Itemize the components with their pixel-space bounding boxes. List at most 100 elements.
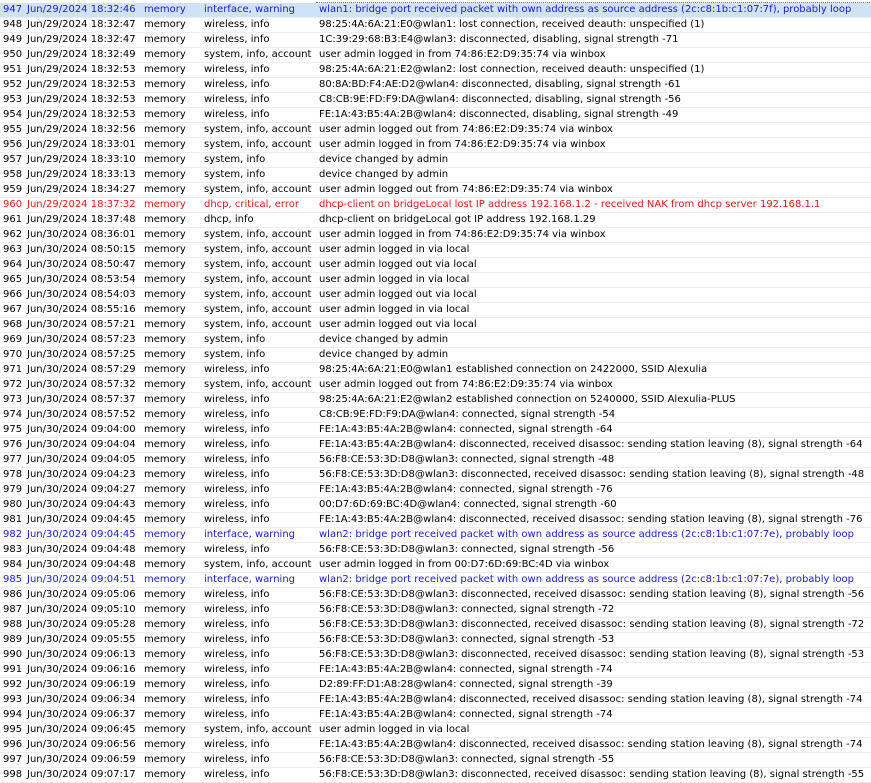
log-row[interactable]: 993 Jun/30/2024 09:06:34 memory wireless, i…	[0, 692, 871, 708]
log-row[interactable]: 960 Jun/29/2024 18:37:32 memory dhcp, criti…	[0, 197, 871, 213]
log-row[interactable]: 979 Jun/30/2024 09:04:27 memory wireless, i…	[0, 482, 871, 498]
log-entry-number: 975	[0, 422, 24, 438]
log-row[interactable]: 956 Jun/29/2024 18:33:01 memory system, inf…	[0, 137, 871, 153]
log-row[interactable]: 969 Jun/30/2024 08:57:23 memory system, inf…	[0, 332, 871, 348]
log-entry-buffer: memory	[141, 407, 201, 423]
log-entry-message: FE:1A:43:B5:4A:2B@wlan4: disconnected, d…	[316, 107, 871, 123]
log-entry-topics: dhcp, critical, error	[201, 197, 316, 213]
log-row[interactable]: 953 Jun/29/2024 18:32:53 memory wireless, i…	[0, 92, 871, 108]
log-row[interactable]: 977 Jun/30/2024 09:04:05 memory wireless, i…	[0, 452, 871, 468]
log-entry-time: Jun/30/2024 09:04:48	[24, 557, 141, 573]
log-row[interactable]: 985 Jun/30/2024 09:04:51 memory interface, …	[0, 572, 871, 588]
log-entry-number: 979	[0, 482, 24, 498]
log-entry-buffer: memory	[141, 347, 201, 363]
log-row[interactable]: 961 Jun/29/2024 18:37:48 memory dhcp, info d…	[0, 212, 871, 228]
log-row[interactable]: 955 Jun/29/2024 18:32:56 memory system, inf…	[0, 122, 871, 138]
log-entry-buffer: memory	[141, 287, 201, 303]
log-entry-message: FE:1A:43:B5:4A:2B@wlan4: connected, sign…	[316, 422, 871, 438]
log-entry-topics: wireless, info	[201, 32, 316, 48]
log-entry-buffer: memory	[141, 707, 201, 723]
log-entry-time: Jun/30/2024 08:57:37	[24, 392, 141, 408]
log-entry-buffer: memory	[141, 257, 201, 273]
log-entry-number: 968	[0, 317, 24, 333]
log-row[interactable]: 974 Jun/30/2024 08:57:52 memory wireless, i…	[0, 407, 871, 423]
log-row[interactable]: 965 Jun/30/2024 08:53:54 memory system, inf…	[0, 272, 871, 288]
log-row[interactable]: 968 Jun/30/2024 08:57:21 memory system, inf…	[0, 317, 871, 333]
log-entry-topics: system, info, account	[201, 722, 316, 738]
log-row[interactable]: 995 Jun/30/2024 09:06:45 memory system, inf…	[0, 722, 871, 738]
log-entry-number: 966	[0, 287, 24, 303]
log-row[interactable]: 962 Jun/30/2024 08:36:01 memory system, inf…	[0, 227, 871, 243]
log-entry-number: 963	[0, 242, 24, 258]
log-entry-buffer: memory	[141, 362, 201, 378]
log-row[interactable]: 992 Jun/30/2024 09:06:19 memory wireless, i…	[0, 677, 871, 693]
log-entry-number: 957	[0, 152, 24, 168]
log-row[interactable]: 976 Jun/30/2024 09:04:04 memory wireless, i…	[0, 437, 871, 453]
log-row[interactable]: 970 Jun/30/2024 08:57:25 memory system, inf…	[0, 347, 871, 363]
log-row[interactable]: 954 Jun/29/2024 18:32:53 memory wireless, i…	[0, 107, 871, 123]
log-entry-topics: system, info, account	[201, 377, 316, 393]
log-row[interactable]: 949 Jun/29/2024 18:32:47 memory wireless, i…	[0, 32, 871, 48]
log-row[interactable]: 986 Jun/30/2024 09:05:06 memory wireless, i…	[0, 587, 871, 603]
log-entry-number: 987	[0, 602, 24, 618]
log-entry-buffer: memory	[141, 212, 201, 228]
log-row[interactable]: 989 Jun/30/2024 09:05:55 memory wireless, i…	[0, 632, 871, 648]
log-entry-buffer: memory	[141, 77, 201, 93]
log-entry-buffer: memory	[141, 32, 201, 48]
log-entry-time: Jun/30/2024 09:04:45	[24, 512, 141, 528]
log-entry-topics: wireless, info	[201, 482, 316, 498]
log-row[interactable]: 972 Jun/30/2024 08:57:32 memory system, inf…	[0, 377, 871, 393]
log-entry-message: 56:F8:CE:53:3D:D8@wlan3: disconnected, r…	[316, 647, 871, 663]
log-row[interactable]: 948 Jun/29/2024 18:32:47 memory wireless, i…	[0, 17, 871, 33]
log-entry-buffer: memory	[141, 182, 201, 198]
log-row[interactable]: 991 Jun/30/2024 09:06:16 memory wireless, i…	[0, 662, 871, 678]
log-entry-number: 959	[0, 182, 24, 198]
log-row[interactable]: 966 Jun/30/2024 08:54:03 memory system, inf…	[0, 287, 871, 303]
log-entry-number: 989	[0, 632, 24, 648]
log-row[interactable]: 998 Jun/30/2024 09:07:17 memory wireless, i…	[0, 767, 871, 783]
log-row[interactable]: 990 Jun/30/2024 09:06:13 memory wireless, i…	[0, 647, 871, 663]
log-entry-time: Jun/30/2024 09:04:00	[24, 422, 141, 438]
log-row[interactable]: 994 Jun/30/2024 09:06:37 memory wireless, i…	[0, 707, 871, 723]
log-row[interactable]: 982 Jun/30/2024 09:04:45 memory interface, …	[0, 527, 871, 543]
log-row[interactable]: 951 Jun/29/2024 18:32:53 memory wireless, i…	[0, 62, 871, 78]
log-entry-buffer: memory	[141, 632, 201, 648]
log-row[interactable]: 988 Jun/30/2024 09:05:28 memory wireless, i…	[0, 617, 871, 633]
log-entry-topics: dhcp, info	[201, 212, 316, 228]
log-row[interactable]: 947 Jun/29/2024 18:32:46 memory interface, …	[0, 2, 871, 18]
log-row[interactable]: 967 Jun/30/2024 08:55:16 memory system, inf…	[0, 302, 871, 318]
log-row[interactable]: 950 Jun/29/2024 18:32:49 memory system, inf…	[0, 47, 871, 63]
log-row[interactable]: 980 Jun/30/2024 09:04:43 memory wireless, i…	[0, 497, 871, 513]
log-entry-message: device changed by admin	[316, 167, 871, 183]
log-row[interactable]: 952 Jun/29/2024 18:32:53 memory wireless, i…	[0, 77, 871, 93]
log-entry-topics: wireless, info	[201, 77, 316, 93]
log-row[interactable]: 975 Jun/30/2024 09:04:00 memory wireless, i…	[0, 422, 871, 438]
log-row[interactable]: 964 Jun/30/2024 08:50:47 memory system, inf…	[0, 257, 871, 273]
log-row[interactable]: 978 Jun/30/2024 09:04:23 memory wireless, i…	[0, 467, 871, 483]
log-row[interactable]: 997 Jun/30/2024 09:06:59 memory wireless, i…	[0, 752, 871, 768]
log-entry-number: 947	[0, 2, 24, 18]
log-entry-message: FE:1A:43:B5:4A:2B@wlan4: connected, sign…	[316, 662, 871, 678]
log-row[interactable]: 984 Jun/30/2024 09:04:48 memory system, inf…	[0, 557, 871, 573]
log-row[interactable]: 987 Jun/30/2024 09:05:10 memory wireless, i…	[0, 602, 871, 618]
log-row[interactable]: 957 Jun/29/2024 18:33:10 memory system, inf…	[0, 152, 871, 168]
log-entry-topics: wireless, info	[201, 407, 316, 423]
log-entry-message: FE:1A:43:B5:4A:2B@wlan4: disconnected, r…	[316, 437, 871, 453]
log-row[interactable]: 973 Jun/30/2024 08:57:37 memory wireless, i…	[0, 392, 871, 408]
log-entry-message: device changed by admin	[316, 332, 871, 348]
log-row[interactable]: 963 Jun/30/2024 08:50:15 memory system, inf…	[0, 242, 871, 258]
log-row[interactable]: 981 Jun/30/2024 09:04:45 memory wireless, i…	[0, 512, 871, 528]
log-entry-number: 983	[0, 542, 24, 558]
log-entry-time: Jun/29/2024 18:32:53	[24, 107, 141, 123]
log-row[interactable]: 996 Jun/30/2024 09:06:56 memory wireless, i…	[0, 737, 871, 753]
log-entry-buffer: memory	[141, 137, 201, 153]
log-entry-number: 956	[0, 137, 24, 153]
log-entry-message: user admin logged in via local	[316, 242, 871, 258]
log-entry-message: 98:25:4A:6A:21:E0@wlan1 established conn…	[316, 362, 871, 378]
log-entry-topics: wireless, info	[201, 17, 316, 33]
log-entry-buffer: memory	[141, 737, 201, 753]
log-row[interactable]: 958 Jun/29/2024 18:33:13 memory system, inf…	[0, 167, 871, 183]
log-row[interactable]: 959 Jun/29/2024 18:34:27 memory system, inf…	[0, 182, 871, 198]
log-row[interactable]: 971 Jun/30/2024 08:57:29 memory wireless, i…	[0, 362, 871, 378]
log-row[interactable]: 983 Jun/30/2024 09:04:48 memory wireless, i…	[0, 542, 871, 558]
